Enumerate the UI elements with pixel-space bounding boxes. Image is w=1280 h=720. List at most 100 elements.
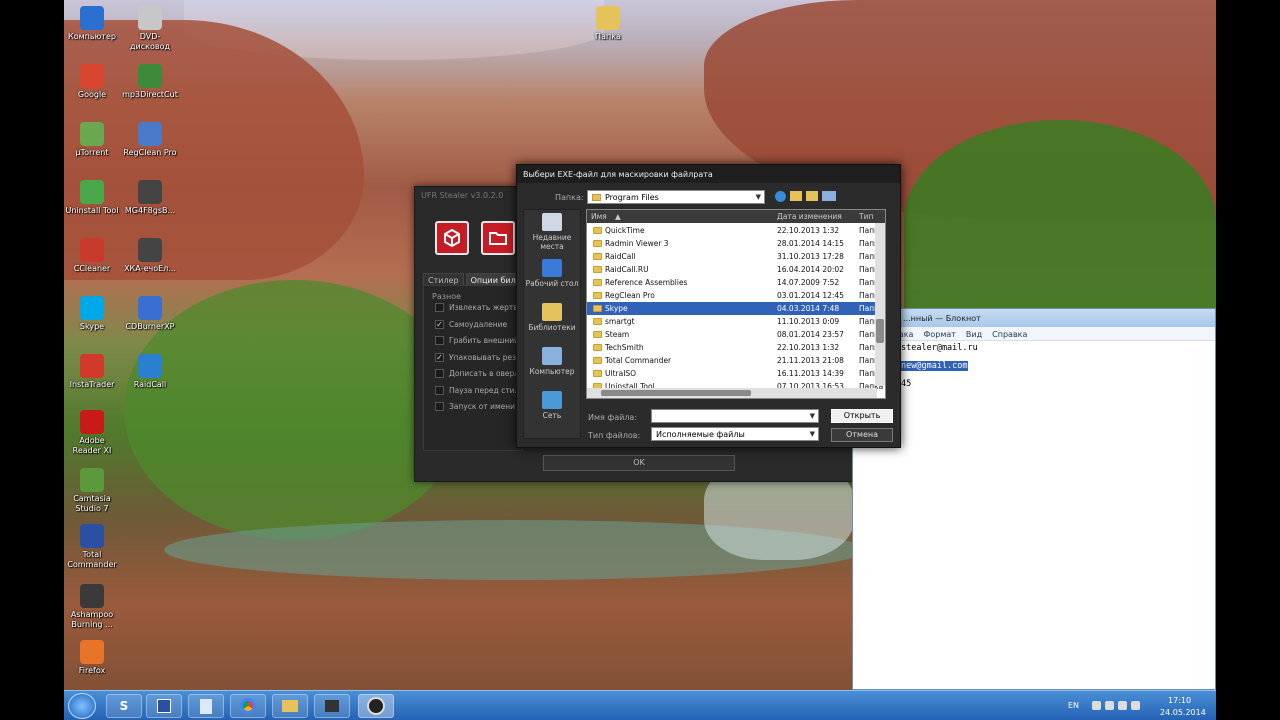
desktop-icon[interactable]: Ashampoo Burning ... bbox=[64, 584, 120, 630]
taskbar-notepad[interactable] bbox=[188, 694, 224, 718]
up-folder-icon[interactable] bbox=[790, 191, 802, 201]
stealer-ok-button[interactable]: OK bbox=[543, 455, 735, 471]
clock-time[interactable]: 17:10 bbox=[1168, 696, 1191, 705]
desktop-icon[interactable]: mp3DirectCut bbox=[122, 64, 178, 100]
scroll-thumb[interactable] bbox=[876, 319, 884, 343]
folder-combo[interactable]: Program Files ▼ bbox=[587, 190, 765, 204]
desktop-icon[interactable]: ХКА-ечоЕл... bbox=[122, 238, 178, 274]
column-date[interactable]: Дата изменения bbox=[777, 212, 842, 221]
cancel-button[interactable]: Отмена bbox=[831, 428, 893, 442]
desktop-icon[interactable]: µTorrent bbox=[64, 122, 120, 158]
desktop-icon[interactable]: Uninstall Tool bbox=[64, 180, 120, 216]
ashampoo-icon bbox=[80, 584, 104, 608]
option-checkbox[interactable] bbox=[435, 385, 444, 395]
taskbar-folder[interactable] bbox=[272, 694, 308, 718]
desktop-icon[interactable]: Adobe Reader XI bbox=[64, 410, 120, 456]
place-item[interactable]: Компьютер bbox=[523, 347, 581, 376]
notepad-line-1[interactable]: stealer@mail.ru bbox=[901, 343, 978, 353]
notepad-line-2[interactable]: new@gmail.com bbox=[901, 361, 968, 371]
file-row[interactable]: RaidCall.RU 16.04.2014 20:02 Папка bbox=[587, 263, 885, 276]
filetype-select[interactable]: Исполняемые файлы ▼ bbox=[651, 427, 819, 441]
desktop-icon[interactable]: RaidCall bbox=[122, 354, 178, 390]
option-checkbox[interactable]: ✓ bbox=[435, 319, 444, 329]
desktop-icon[interactable]: Total Commander bbox=[64, 524, 120, 570]
option-row[interactable]: Запуск от имени ад bbox=[435, 402, 519, 411]
option-row[interactable]: ✓ Самоудаление bbox=[435, 319, 519, 329]
volume-icon[interactable] bbox=[1131, 701, 1140, 710]
option-row[interactable]: Пауза перед стили bbox=[435, 385, 519, 395]
back-icon[interactable] bbox=[775, 191, 786, 202]
desktop-icon[interactable]: Skype bbox=[64, 296, 120, 332]
desktop-icon[interactable]: CDBurnerXP bbox=[122, 296, 178, 332]
firefox-icon bbox=[80, 640, 104, 664]
language-indicator[interactable]: EN bbox=[1068, 701, 1079, 710]
option-checkbox[interactable] bbox=[435, 336, 444, 345]
desktop-icon[interactable]: RegClean Pro bbox=[122, 122, 178, 158]
desktop-icon[interactable]: InstaTrader bbox=[64, 354, 120, 390]
open-button[interactable]: Открыть bbox=[831, 409, 893, 423]
taskbar-skype[interactable]: S bbox=[106, 694, 142, 718]
place-label: Компьютер bbox=[529, 367, 575, 376]
file-row[interactable]: UltraISO 16.11.2013 14:39 Папка bbox=[587, 367, 885, 380]
file-row[interactable]: smartgt 11.10.2013 0:09 Папка bbox=[587, 315, 885, 328]
file-list[interactable]: Имя ▲ Дата изменения Тип QuickTime 22.10.… bbox=[586, 209, 886, 399]
menu-format[interactable]: Формат bbox=[923, 330, 955, 340]
open-file-dialog[interactable]: Выбери EXE-файл для маскировки файлрата … bbox=[516, 164, 901, 448]
taskbar-camtasia[interactable] bbox=[314, 694, 350, 718]
file-row[interactable]: RaidCall 31.10.2013 17:28 Папка bbox=[587, 250, 885, 263]
file-row[interactable]: Reference Assemblies 14.07.2009 7:52 Папка bbox=[587, 276, 885, 289]
option-row[interactable]: ✓ Упаковывать резу bbox=[435, 352, 519, 362]
desktop-icon[interactable]: Firefox bbox=[64, 640, 120, 676]
vertical-scrollbar[interactable] bbox=[875, 223, 885, 386]
option-checkbox[interactable]: ✓ bbox=[435, 352, 444, 362]
option-row[interactable]: Дописать в оверле bbox=[435, 369, 519, 378]
stealer-folder-button[interactable] bbox=[481, 221, 515, 255]
view-menu-icon[interactable] bbox=[822, 191, 836, 201]
option-checkbox[interactable] bbox=[435, 402, 444, 411]
option-row[interactable]: Грабить внешний bbox=[435, 336, 519, 345]
place-item[interactable]: Рабочий стол bbox=[523, 259, 581, 288]
place-item[interactable]: Сеть bbox=[523, 391, 581, 420]
filename-input[interactable]: ▼ bbox=[651, 409, 819, 423]
notepad-line-3[interactable]: 45 bbox=[901, 379, 911, 389]
desktop-icon[interactable]: Папка bbox=[580, 6, 636, 42]
desktop-icon[interactable]: MG4F8gsB... bbox=[122, 180, 178, 216]
network-icon[interactable] bbox=[1092, 701, 1101, 710]
place-item[interactable]: Недавние места bbox=[523, 213, 581, 251]
clock-date[interactable]: 24.05.2014 bbox=[1160, 708, 1206, 717]
power-icon[interactable] bbox=[1118, 701, 1127, 710]
new-folder-icon[interactable] bbox=[806, 191, 818, 201]
option-label: Извлекать жертве bbox=[449, 303, 519, 312]
desktop-icon[interactable]: DVD-дисковод bbox=[122, 6, 178, 52]
column-name[interactable]: Имя bbox=[591, 212, 607, 221]
desktop-icon[interactable]: Компьютер bbox=[64, 6, 120, 42]
file-name: UltraISO bbox=[605, 369, 637, 378]
file-row[interactable]: Radmin Viewer 3 28.01.2014 14:15 Папка bbox=[587, 237, 885, 250]
scroll-thumb[interactable] bbox=[601, 390, 751, 396]
file-row[interactable]: RegClean Pro 03.01.2014 12:45 Папка bbox=[587, 289, 885, 302]
desktop-icon[interactable]: Google bbox=[64, 64, 120, 100]
taskbar-chrome[interactable] bbox=[230, 694, 266, 718]
flag-icon[interactable] bbox=[1105, 701, 1114, 710]
file-row[interactable]: TechSmith 22.10.2013 1:32 Папка bbox=[587, 341, 885, 354]
file-row[interactable]: Skype 04.03.2014 7:48 Папка bbox=[587, 302, 885, 315]
file-row[interactable]: Total Commander 21.11.2013 21:08 Папка bbox=[587, 354, 885, 367]
horizontal-scrollbar[interactable] bbox=[587, 388, 877, 398]
taskbar-stealer[interactable] bbox=[358, 694, 394, 718]
file-row[interactable]: QuickTime 22.10.2013 1:32 Папка bbox=[587, 224, 885, 237]
taskbar-total-commander[interactable] bbox=[146, 694, 182, 718]
desktop-icon[interactable]: CCleaner bbox=[64, 238, 120, 274]
column-type[interactable]: Тип bbox=[859, 212, 873, 221]
option-row[interactable]: Извлекать жертве bbox=[435, 303, 519, 312]
option-checkbox[interactable] bbox=[435, 369, 444, 378]
notepad-window[interactable]: ...нный — Блокнот вка Формат Вид Справка… bbox=[852, 308, 1216, 690]
option-checkbox[interactable] bbox=[435, 303, 444, 312]
file-row[interactable]: Steam 08.01.2014 23:57 Папка bbox=[587, 328, 885, 341]
place-item[interactable]: Библиотеки bbox=[523, 303, 581, 332]
menu-help[interactable]: Справка bbox=[992, 330, 1027, 340]
menu-view[interactable]: Вид bbox=[966, 330, 982, 340]
stealer-build-button[interactable] bbox=[435, 221, 469, 255]
start-button[interactable] bbox=[68, 693, 96, 719]
menu-insert[interactable]: вка bbox=[899, 330, 913, 340]
desktop-icon[interactable]: Camtasia Studio 7 bbox=[64, 468, 120, 514]
